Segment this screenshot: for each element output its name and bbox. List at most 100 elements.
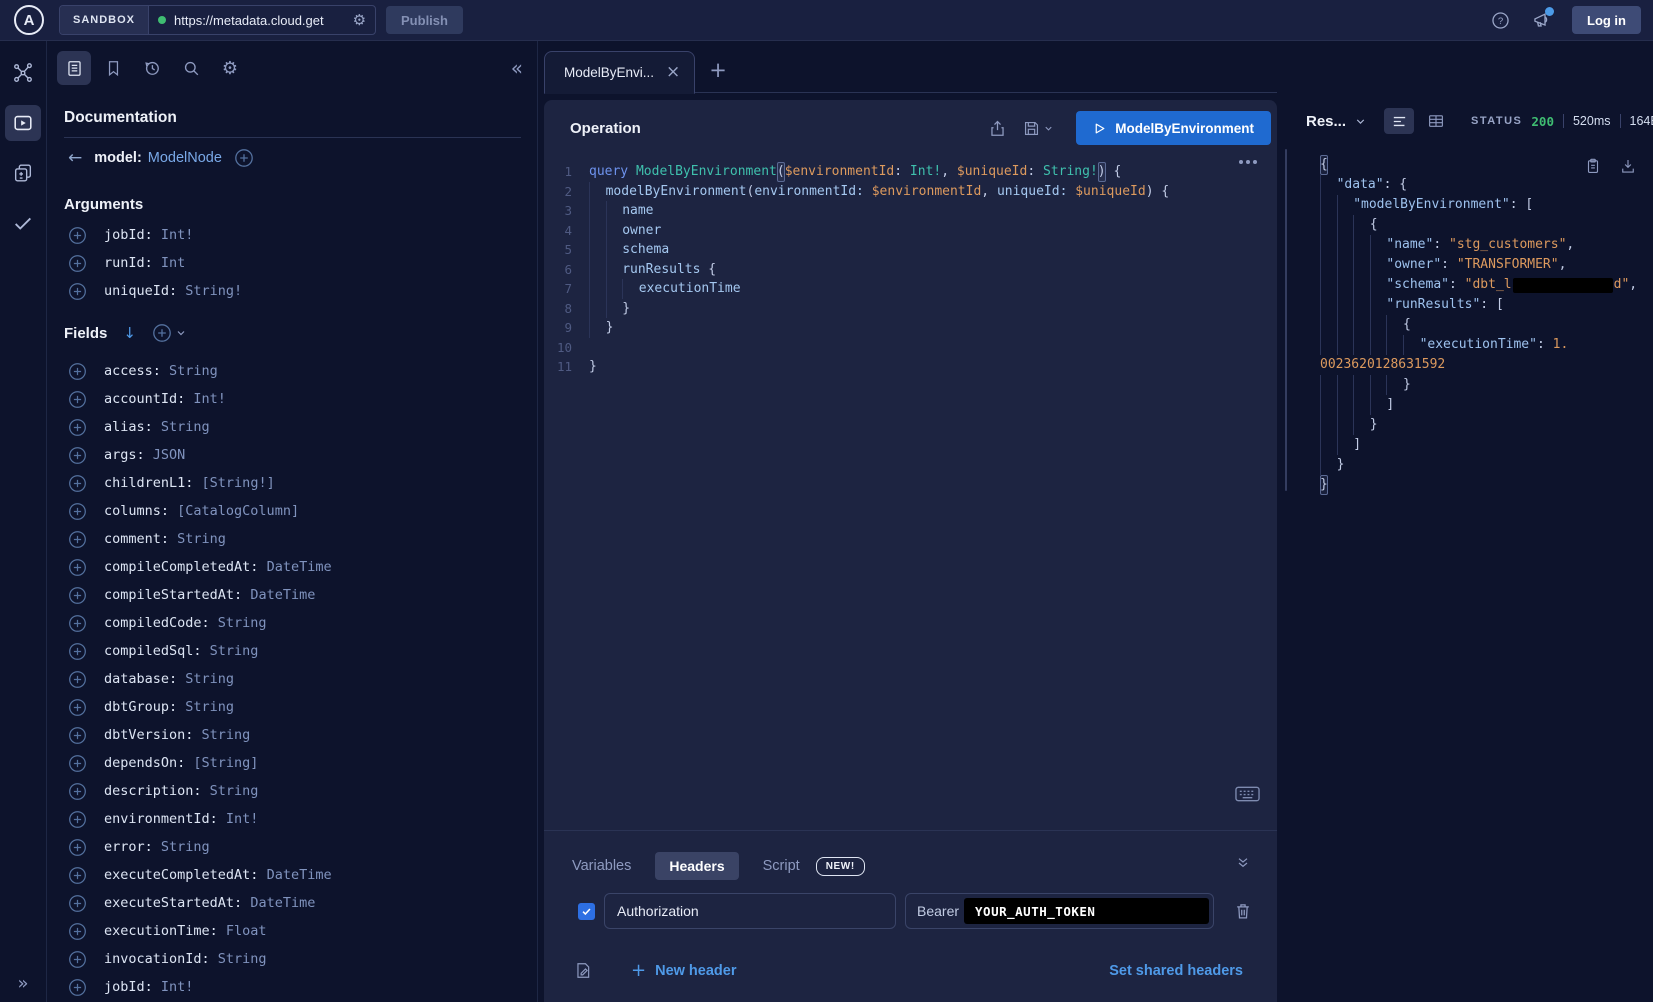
field-type: String	[185, 699, 234, 715]
line-number: 7	[544, 279, 572, 299]
announcements-megaphone-icon[interactable]	[1531, 10, 1552, 31]
apollo-sandbox-app: A SANDBOX https://metadata.cloud.get ⚙ P…	[0, 0, 1653, 1002]
add-to-query-icon[interactable]	[68, 558, 87, 577]
sort-fields-icon[interactable]: ↓	[123, 326, 136, 341]
add-to-query-icon[interactable]	[68, 254, 87, 273]
operation-tab[interactable]: ModelByEnvi... ×	[544, 51, 695, 94]
help-icon[interactable]: ?	[1490, 10, 1511, 31]
save-operation-control[interactable]	[1022, 119, 1054, 138]
add-to-query-icon[interactable]	[68, 978, 87, 997]
add-to-query-icon[interactable]	[68, 950, 87, 969]
download-response-icon[interactable]	[1619, 157, 1637, 175]
set-shared-headers-button[interactable]: Set shared headers	[1109, 963, 1243, 979]
edit-headers-icon[interactable]	[574, 961, 593, 980]
tab-headers[interactable]: Headers	[655, 852, 738, 880]
add-to-query-icon[interactable]	[68, 726, 87, 745]
close-tab-icon[interactable]: ×	[666, 64, 680, 81]
keyboard-shortcuts-icon[interactable]	[1235, 786, 1260, 802]
header-enabled-checkbox[interactable]	[578, 903, 595, 920]
header-key-input[interactable]	[604, 893, 896, 929]
add-to-query-icon[interactable]	[68, 642, 87, 661]
changelog-icon[interactable]	[5, 155, 41, 191]
copy-response-icon[interactable]	[1584, 157, 1602, 175]
add-to-query-icon[interactable]	[68, 670, 87, 689]
indent-guide	[1337, 195, 1354, 215]
auth-token-value[interactable]: YOUR_AUTH_TOKEN	[964, 898, 1209, 924]
indent-guide	[1320, 275, 1337, 295]
add-to-query-icon[interactable]	[68, 282, 87, 301]
share-operation-icon[interactable]	[988, 119, 1007, 138]
add-to-query-icon[interactable]	[68, 530, 87, 549]
explorer-icon[interactable]	[5, 105, 41, 141]
add-to-query-icon[interactable]	[68, 810, 87, 829]
endpoint-settings-gear-icon[interactable]: ⚙	[353, 11, 366, 29]
code-line: {	[1320, 215, 1653, 235]
saved-operations-bookmark-icon[interactable]	[96, 51, 130, 85]
tab-script[interactable]: Script	[763, 858, 800, 874]
add-to-query-icon[interactable]	[68, 390, 87, 409]
field-name: compiledCode:	[104, 615, 218, 631]
indent-guide	[1320, 375, 1337, 395]
field-type: String	[218, 951, 267, 967]
response-dropdown-chevron-icon[interactable]	[1354, 115, 1367, 128]
field-type: DateTime	[267, 867, 332, 883]
documentation-tab-icon[interactable]	[57, 51, 91, 85]
apollo-logo[interactable]: A	[14, 5, 44, 35]
add-to-query-icon[interactable]	[68, 362, 87, 381]
add-to-query-icon[interactable]	[68, 894, 87, 913]
history-icon[interactable]	[135, 51, 169, 85]
tab-variables[interactable]: Variables	[572, 858, 631, 874]
collapse-panel-icon[interactable]	[1235, 855, 1251, 871]
breadcrumb-type-link[interactable]: ModelNode	[148, 150, 222, 166]
new-header-button[interactable]: + New header	[631, 962, 737, 980]
add-to-query-icon[interactable]	[68, 474, 87, 493]
header-row: Bearer YOUR_AUTH_TOKEN	[572, 893, 1277, 929]
doc-field-row: runId: Int	[47, 249, 537, 277]
header-value-field[interactable]: Bearer YOUR_AUTH_TOKEN	[905, 893, 1214, 929]
panel-scrollbar[interactable]	[1285, 149, 1287, 491]
add-field-to-query-icon[interactable]	[234, 148, 254, 168]
new-header-label: New header	[655, 963, 736, 979]
fields-section-title: Fields	[64, 325, 107, 342]
add-to-query-icon[interactable]	[68, 614, 87, 633]
publish-button[interactable]: Publish	[386, 6, 463, 34]
graphql-editor[interactable]: 1query ModelByEnvironment($environmentId…	[544, 162, 1277, 377]
collapse-docs-panel-icon[interactable]: «	[511, 58, 523, 78]
response-json[interactable]: {"data": {"modelByEnvironment": [{"name"…	[1320, 155, 1653, 495]
add-to-query-icon[interactable]	[68, 226, 87, 245]
add-to-query-icon[interactable]	[68, 838, 87, 857]
add-to-query-icon[interactable]	[68, 922, 87, 941]
search-icon[interactable]	[174, 51, 208, 85]
back-arrow-icon[interactable]: ←	[68, 150, 82, 167]
add-to-query-icon[interactable]	[68, 446, 87, 465]
schema-graph-icon[interactable]	[5, 55, 41, 91]
field-name: jobId:	[104, 227, 161, 243]
operation-tabstrip: ModelByEnvi... × +	[538, 41, 1283, 93]
endpoint-url-field[interactable]: https://metadata.cloud.get ⚙	[149, 6, 375, 34]
indent-guide	[1320, 335, 1337, 355]
add-to-query-icon[interactable]	[68, 502, 87, 521]
add-to-query-icon[interactable]	[68, 754, 87, 773]
add-to-query-icon[interactable]	[68, 418, 87, 437]
add-to-query-icon[interactable]	[68, 586, 87, 605]
indent-guide	[1370, 395, 1387, 415]
table-view-icon[interactable]	[1421, 108, 1451, 134]
request-settings-panel: Variables Headers Script NEW! Bearer YOU…	[544, 831, 1277, 1002]
explorer-settings-gear-icon[interactable]: ⚙	[213, 51, 247, 85]
add-to-query-icon[interactable]	[68, 866, 87, 885]
indent-guide	[1353, 395, 1370, 415]
run-operation-button[interactable]: ModelByEnvironment	[1076, 111, 1271, 145]
add-to-query-icon[interactable]	[68, 698, 87, 717]
login-button[interactable]: Log in	[1572, 6, 1641, 34]
raw-view-icon[interactable]	[1384, 108, 1414, 134]
add-all-fields-control[interactable]	[152, 323, 187, 343]
checks-icon[interactable]	[5, 205, 41, 241]
add-tab-icon[interactable]: +	[709, 60, 727, 93]
sandbox-mode-badge[interactable]: SANDBOX	[60, 6, 149, 34]
code-line: "executionTime": 1.	[1320, 335, 1653, 355]
fields-list: access: StringaccountId: Int!alias: Stri…	[47, 357, 537, 1001]
delete-header-icon[interactable]	[1233, 901, 1253, 921]
expand-rail-icon[interactable]: »	[0, 973, 46, 994]
add-to-query-icon[interactable]	[68, 782, 87, 801]
indent-guide	[1320, 235, 1337, 255]
